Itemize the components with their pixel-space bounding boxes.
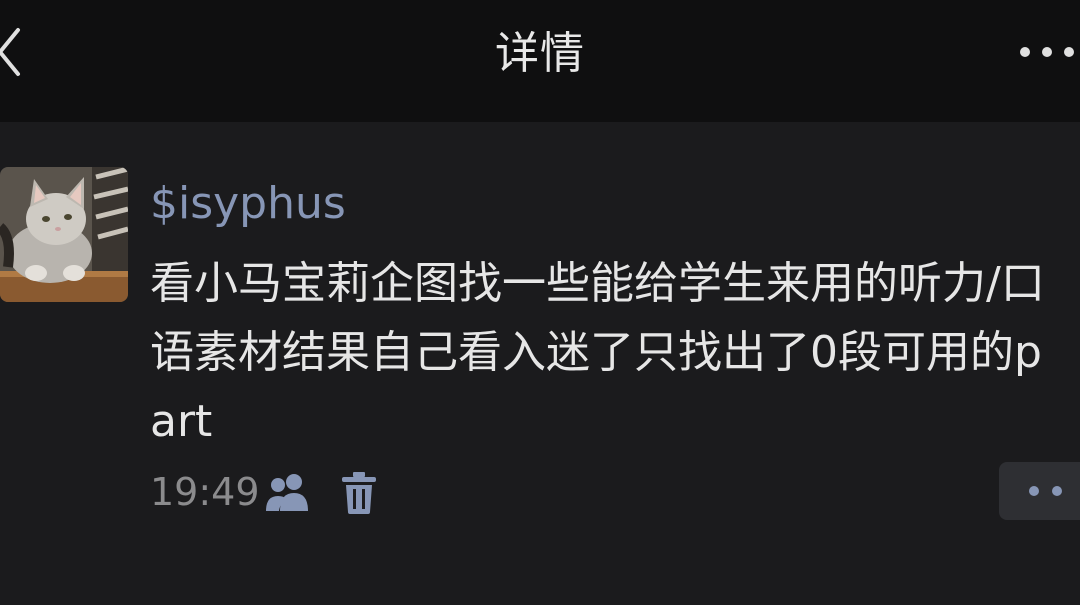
moments-detail-screen: 详情 $isyphus 看小马宝莉企图找一些能给学生来用的听力/口语素材结果自己…: [0, 0, 1080, 605]
post-text: 看小马宝莉企图找一些能给学生来用的听力/口语素材结果自己看入迷了只找出了0段可用…: [150, 258, 1045, 447]
comment-like-button[interactable]: [999, 462, 1080, 520]
avatar[interactable]: [0, 167, 128, 302]
more-dots-icon: [1020, 47, 1074, 57]
post-time: 19:49: [150, 470, 260, 514]
comment-dots-icon: [1029, 486, 1062, 496]
delete-button[interactable]: [340, 470, 378, 516]
cat-avatar-image: [0, 167, 128, 302]
nav-bar: 详情: [0, 0, 1080, 122]
author-name[interactable]: $isyphus: [150, 174, 346, 234]
friends-icon[interactable]: [264, 471, 312, 513]
more-button[interactable]: [1010, 30, 1080, 74]
page-title: 详情: [495, 28, 585, 79]
trash-icon: [342, 472, 376, 514]
moment-post: $isyphus 看小马宝莉企图找一些能给学生来用的听力/口语素材结果自己看入迷…: [0, 122, 1080, 605]
